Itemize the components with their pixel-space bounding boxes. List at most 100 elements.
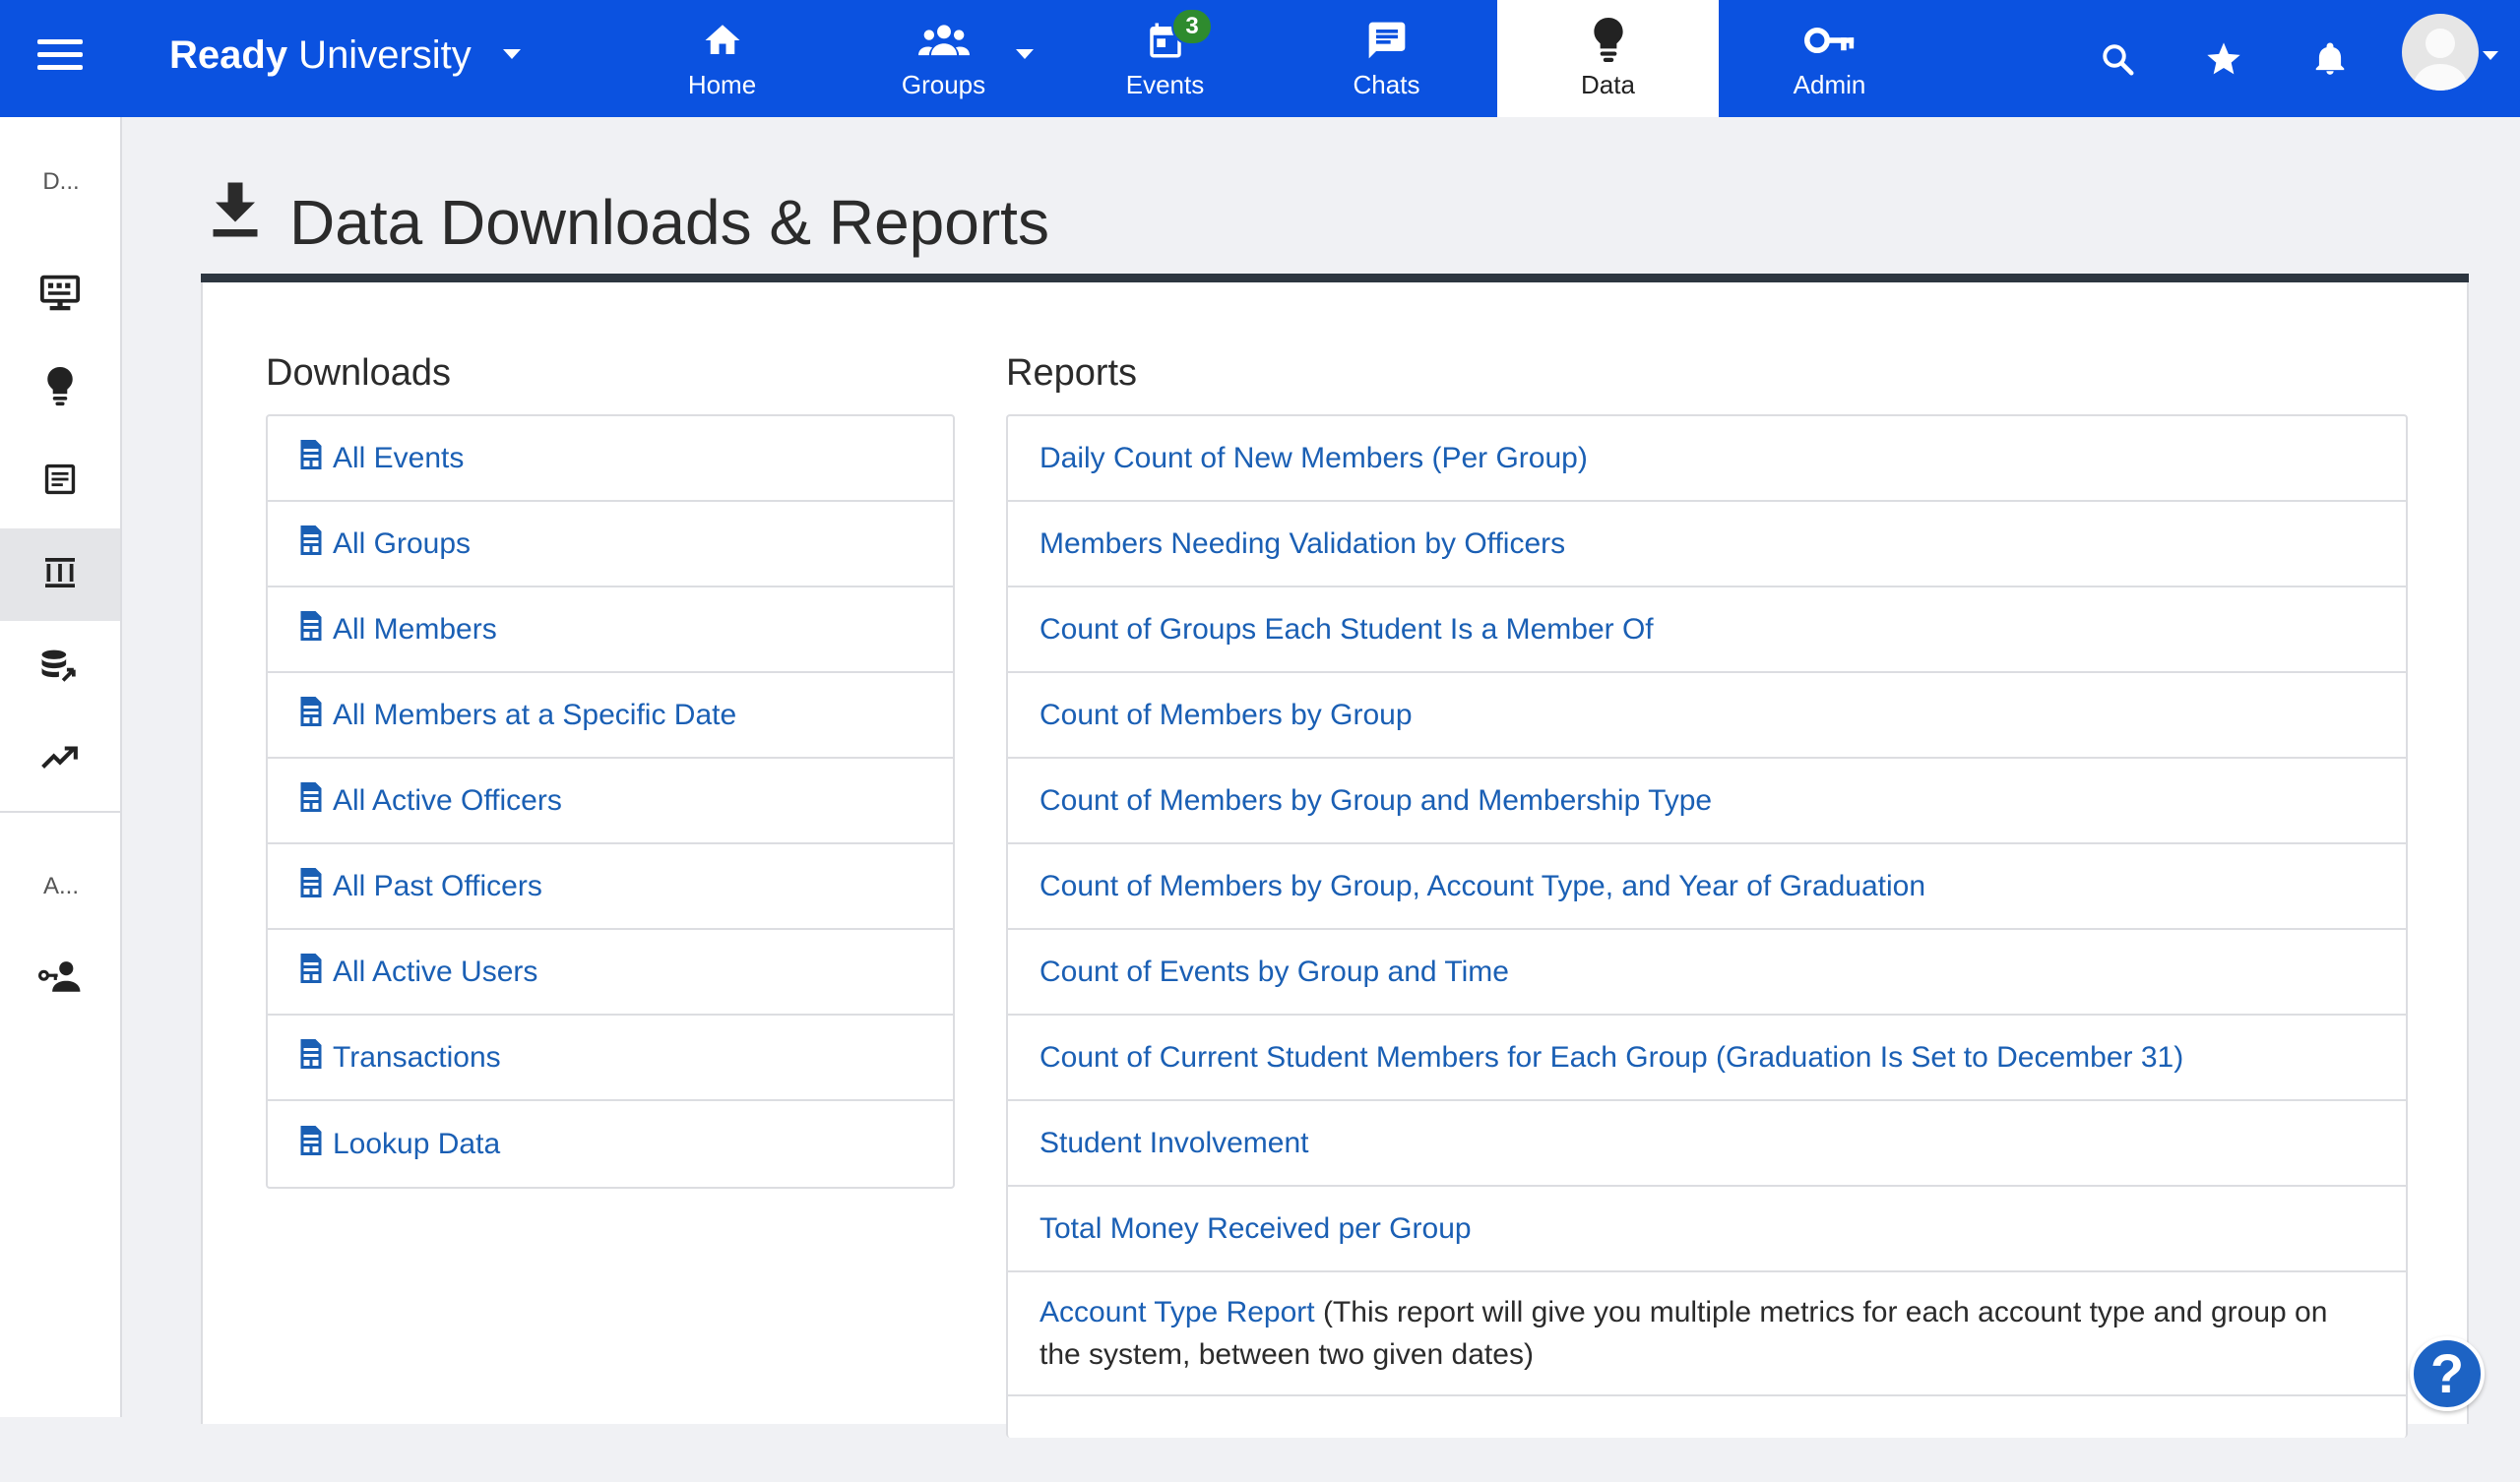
download-item-label: Lookup Data <box>333 1127 501 1160</box>
nav-tab-data[interactable]: Data <box>1497 0 1719 117</box>
report-item[interactable]: Members Needing Validation by Officers <box>1008 502 2406 587</box>
download-item[interactable]: All Events <box>268 416 953 502</box>
download-item[interactable]: All Groups <box>268 502 953 587</box>
download-item[interactable]: All Members at a Specific Date <box>268 673 953 759</box>
download-item[interactable]: All Past Officers <box>268 844 953 930</box>
brand-name-rest: University <box>287 33 472 77</box>
menu-icon[interactable] <box>37 39 83 77</box>
groups-caret-icon[interactable] <box>1016 49 1034 59</box>
downloads-heading: Downloads <box>266 352 451 394</box>
brand-caret-icon[interactable] <box>503 49 521 59</box>
sidebar-item-database[interactable] <box>0 621 120 713</box>
nav-tab-admin[interactable]: Admin <box>1719 0 1940 117</box>
report-item-account-type: Account Type Report (This report will gi… <box>1008 1272 2406 1396</box>
download-item-label: All Events <box>333 441 465 474</box>
spreadsheet-file-icon <box>299 696 323 734</box>
sidebar-item-data[interactable] <box>0 528 120 621</box>
key-icon <box>1719 18 1940 63</box>
downloads-list: All Events All Groups All Members All Membe… <box>266 414 955 1189</box>
sidebar: D... A... <box>0 117 122 1417</box>
download-item[interactable]: Lookup Data <box>268 1101 953 1187</box>
lightbulb-icon <box>45 366 75 411</box>
spreadsheet-file-icon <box>299 867 323 905</box>
nav-tab-label: Home <box>687 70 757 99</box>
report-item-label: Count of Members by Group <box>1040 698 1413 731</box>
report-item[interactable]: Total Money Received per Group <box>1008 1187 2406 1272</box>
spreadsheet-file-icon <box>299 953 323 991</box>
avatar[interactable] <box>2402 14 2479 91</box>
report-item-text: Account Type Report (This report will gi… <box>1040 1291 2406 1376</box>
download-item-label: All Groups <box>333 526 472 560</box>
download-item-label: Transactions <box>333 1040 501 1074</box>
nav-tab-label: Chats <box>1353 70 1420 99</box>
account-type-report-link[interactable]: Account Type Report <box>1040 1296 1315 1328</box>
database-icon <box>40 648 80 688</box>
brand-name-bold: Ready <box>169 33 288 77</box>
report-item-label: Daily Count of New Members (Per Group) <box>1040 441 1588 474</box>
spreadsheet-file-icon <box>299 610 323 648</box>
download-item-label: All Past Officers <box>333 869 542 902</box>
report-item[interactable]: Count of Events by Group and Time <box>1008 930 2406 1016</box>
sidebar-item-analytics[interactable] <box>0 713 120 806</box>
download-item[interactable]: All Active Users <box>268 930 953 1016</box>
document-icon <box>43 463 77 501</box>
report-item[interactable]: Student Involvement <box>1008 1101 2406 1187</box>
download-item[interactable]: Transactions <box>268 1016 953 1101</box>
download-item[interactable]: All Active Officers <box>268 759 953 844</box>
spreadsheet-file-icon <box>299 525 323 563</box>
nav-tab-home[interactable]: Home <box>611 0 833 117</box>
nav-tab-label: Events <box>1125 70 1205 99</box>
spreadsheet-file-icon <box>299 781 323 820</box>
trending-icon <box>41 745 79 775</box>
report-item-partial <box>1008 1396 2406 1482</box>
columns-icon <box>42 555 78 595</box>
bell-icon[interactable] <box>2304 33 2356 85</box>
download-item[interactable]: All Members <box>268 587 953 673</box>
top-navigation-bar: Ready University Home Groups Events 3 Ch… <box>0 0 2520 117</box>
report-item-label: Count of Members by Group and Membership… <box>1040 783 1713 817</box>
sidebar-item-dashboard[interactable] <box>0 249 120 341</box>
spreadsheet-file-icon <box>299 1125 323 1163</box>
report-item[interactable]: Count of Members by Group and Membership… <box>1008 759 2406 844</box>
nav-tab-events[interactable]: Events <box>1054 0 1276 117</box>
help-button[interactable]: ? <box>2410 1336 2485 1411</box>
report-item[interactable]: Count of Members by Group <box>1008 673 2406 759</box>
title-divider <box>201 274 2469 282</box>
sidebar-section-label: A... <box>42 873 79 899</box>
sidebar-divider <box>0 811 122 813</box>
nav-tab-label: Data <box>1581 70 1635 99</box>
brand-switcher[interactable]: Ready University <box>169 30 472 81</box>
lightbulb-icon <box>1497 18 1719 63</box>
sidebar-item-insights[interactable] <box>0 342 120 435</box>
chat-icon <box>1276 18 1497 63</box>
content-card: Downloads Reports All Events All Groups Al… <box>201 282 2469 1438</box>
reports-heading: Reports <box>1006 352 1138 394</box>
sidebar-section-label: D... <box>42 168 80 195</box>
report-item[interactable]: Count of Members by Group, Account Type,… <box>1008 844 2406 930</box>
download-icon <box>211 179 260 245</box>
report-item-label: Count of Events by Group and Time <box>1040 955 1509 988</box>
sidebar-item-documents[interactable] <box>0 435 120 527</box>
nav-tab-chats[interactable]: Chats <box>1276 0 1497 117</box>
spreadsheet-file-icon <box>299 1038 323 1077</box>
search-icon[interactable] <box>2092 33 2143 85</box>
user-key-icon <box>38 960 82 997</box>
page-header: Data Downloads & Reports <box>201 167 2469 285</box>
sidebar-item-user-access[interactable] <box>0 932 120 1024</box>
calendar-icon <box>1054 18 1276 63</box>
events-count-badge: 3 <box>1171 8 1213 45</box>
star-icon[interactable] <box>2198 33 2249 85</box>
download-item-label: All Members at a Specific Date <box>333 698 737 731</box>
avatar-caret-icon[interactable] <box>2483 51 2498 60</box>
report-item-label: Total Money Received per Group <box>1040 1211 1472 1245</box>
report-item[interactable]: Count of Groups Each Student Is a Member… <box>1008 587 2406 673</box>
download-item-label: All Members <box>333 612 497 646</box>
reports-list: Daily Count of New Members (Per Group) Me… <box>1006 414 2408 1438</box>
report-item-label: Count of Current Student Members for Eac… <box>1040 1040 2184 1074</box>
download-item-label: All Active Users <box>333 955 538 988</box>
nav-tab-label: Admin <box>1793 70 1866 99</box>
report-item-label: Members Needing Validation by Officers <box>1040 526 1566 560</box>
report-item[interactable]: Daily Count of New Members (Per Group) <box>1008 416 2406 502</box>
report-item[interactable]: Count of Current Student Members for Eac… <box>1008 1016 2406 1101</box>
monitor-icon <box>39 275 81 317</box>
